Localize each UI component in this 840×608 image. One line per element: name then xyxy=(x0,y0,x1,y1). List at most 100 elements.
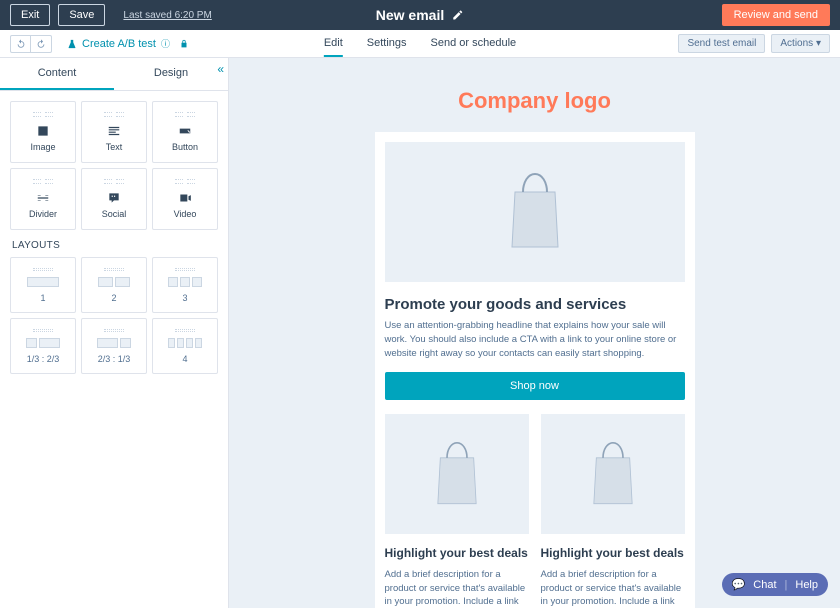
block-label: Text xyxy=(106,142,123,152)
undo-icon xyxy=(16,39,26,49)
shopping-bag-icon xyxy=(432,437,482,512)
layout-1col[interactable]: 1 xyxy=(10,257,76,313)
tab-edit[interactable]: Edit xyxy=(324,30,343,57)
sidebar-body: Image Text Button Divider xyxy=(0,91,228,384)
image-icon xyxy=(35,124,51,138)
layout-label: 2/3 : 1/3 xyxy=(98,354,131,364)
block-text[interactable]: Text xyxy=(81,101,147,163)
column-left: Highlight your best deals Add a brief de… xyxy=(385,414,529,608)
block-button[interactable]: Button xyxy=(152,101,218,163)
layout-1-3-2-3[interactable]: 1/3 : 2/3 xyxy=(10,318,76,374)
info-icon: ⓘ xyxy=(161,37,170,50)
review-send-button[interactable]: Review and send xyxy=(722,4,830,26)
divider: | xyxy=(785,579,788,591)
tab-send-schedule[interactable]: Send or schedule xyxy=(431,30,517,57)
layout-2col[interactable]: 2 xyxy=(81,257,147,313)
send-test-email-button[interactable]: Send test email xyxy=(678,34,765,53)
undo-redo-group xyxy=(10,35,52,53)
email-canvas[interactable]: Company logo Promote your goods and serv… xyxy=(229,58,840,608)
toolbar: Create A/B test ⓘ Edit Settings Send or … xyxy=(0,30,840,58)
block-label: Video xyxy=(174,209,197,219)
hero-image-placeholder[interactable] xyxy=(385,142,685,282)
drag-handle-icon xyxy=(33,179,53,183)
topbar-title-area: New email xyxy=(376,7,464,23)
sidebar-tab-design[interactable]: Design xyxy=(114,58,228,90)
layouts-grid: 1 2 3 1/3 : 2/3 xyxy=(10,257,218,374)
block-label: Image xyxy=(30,142,55,152)
layout-label: 1 xyxy=(40,293,45,303)
chat-bubble-icon: 💬 xyxy=(732,578,746,591)
exit-button[interactable]: Exit xyxy=(10,4,50,26)
ab-test-label: Create A/B test xyxy=(82,38,156,50)
sidebar: « Content Design Image Text xyxy=(0,58,229,608)
email-title: New email xyxy=(376,7,444,23)
product-image-placeholder[interactable] xyxy=(541,414,685,534)
column-heading[interactable]: Highlight your best deals xyxy=(385,546,529,562)
shopping-bag-icon xyxy=(505,167,565,257)
drag-handle-icon xyxy=(33,112,53,116)
layout-3col[interactable]: 3 xyxy=(152,257,218,313)
column-body[interactable]: Add a brief description for a product or… xyxy=(541,568,685,608)
top-bar: Exit Save Last saved 6:20 PM New email R… xyxy=(0,0,840,30)
chat-help-widget[interactable]: 💬 Chat | Help xyxy=(722,573,828,596)
shopping-bag-icon xyxy=(588,437,638,512)
help-label: Help xyxy=(795,579,818,591)
save-button[interactable]: Save xyxy=(58,4,105,26)
toolbar-right: Send test email Actions ▾ xyxy=(678,34,830,53)
social-icon xyxy=(106,191,122,205)
product-image-placeholder[interactable] xyxy=(385,414,529,534)
layout-label: 3 xyxy=(182,293,187,303)
two-column-row: Highlight your best deals Add a brief de… xyxy=(385,414,685,608)
main-tabs: Edit Settings Send or schedule xyxy=(324,30,516,57)
column-body[interactable]: Add a brief description for a product or… xyxy=(385,568,529,608)
layout-label: 4 xyxy=(182,354,187,364)
edit-title-icon[interactable] xyxy=(452,9,464,21)
drag-handle-icon xyxy=(33,268,53,271)
video-icon xyxy=(177,191,193,205)
email-body-text[interactable]: Use an attention-grabbing headline that … xyxy=(385,319,685,360)
content-blocks: Image Text Button Divider xyxy=(10,101,218,230)
block-divider[interactable]: Divider xyxy=(10,168,76,230)
redo-button[interactable] xyxy=(31,36,51,52)
block-label: Social xyxy=(102,209,127,219)
layouts-heading: LAYOUTS xyxy=(12,240,216,251)
chevron-down-icon: ▾ xyxy=(816,38,821,49)
email-card: Promote your goods and services Use an a… xyxy=(375,132,695,608)
layout-4col[interactable]: 4 xyxy=(152,318,218,374)
drag-handle-icon xyxy=(175,112,195,116)
drag-handle-icon xyxy=(104,112,124,116)
email-container: Company logo Promote your goods and serv… xyxy=(375,88,695,548)
sidebar-tabs: Content Design xyxy=(0,58,228,91)
drag-handle-icon xyxy=(104,268,124,271)
button-icon xyxy=(177,124,193,138)
layout-label: 1/3 : 2/3 xyxy=(27,354,60,364)
tab-settings[interactable]: Settings xyxy=(367,30,407,57)
layout-2-3-1-3[interactable]: 2/3 : 1/3 xyxy=(81,318,147,374)
email-headline[interactable]: Promote your goods and services xyxy=(385,296,685,313)
drag-handle-icon xyxy=(175,329,195,332)
drag-handle-icon xyxy=(104,329,124,332)
drag-handle-icon xyxy=(175,179,195,183)
drag-handle-icon xyxy=(175,268,195,271)
company-logo-text[interactable]: Company logo xyxy=(375,88,695,114)
chat-label: Chat xyxy=(753,579,776,591)
redo-icon xyxy=(36,39,46,49)
last-saved-link[interactable]: Last saved 6:20 PM xyxy=(123,10,211,21)
text-icon xyxy=(106,124,122,138)
lock-icon xyxy=(179,39,189,49)
block-video[interactable]: Video xyxy=(152,168,218,230)
collapse-sidebar-icon[interactable]: « xyxy=(217,62,224,76)
column-heading[interactable]: Highlight your best deals xyxy=(541,546,685,562)
flask-icon xyxy=(67,39,77,49)
actions-dropdown[interactable]: Actions ▾ xyxy=(771,34,830,53)
block-image[interactable]: Image xyxy=(10,101,76,163)
layout-label: 2 xyxy=(111,293,116,303)
divider-icon xyxy=(35,191,51,205)
undo-button[interactable] xyxy=(11,36,31,52)
shop-now-button[interactable]: Shop now xyxy=(385,372,685,400)
create-ab-test-link[interactable]: Create A/B test ⓘ xyxy=(67,37,189,50)
topbar-right: Review and send xyxy=(722,4,830,26)
block-social[interactable]: Social xyxy=(81,168,147,230)
sidebar-tab-content[interactable]: Content xyxy=(0,58,114,90)
column-right: Highlight your best deals Add a brief de… xyxy=(541,414,685,608)
